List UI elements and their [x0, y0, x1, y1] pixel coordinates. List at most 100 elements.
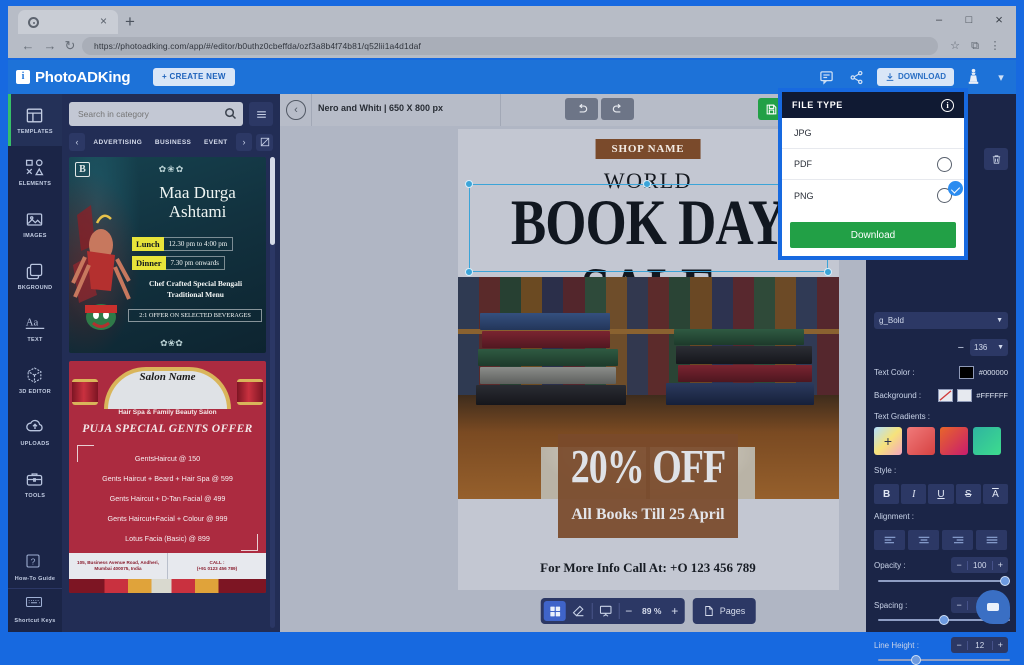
- poster-offer-block[interactable]: 20% OFF All Books Till 25 April: [558, 434, 738, 538]
- download-button[interactable]: DOWNLOAD: [877, 68, 954, 86]
- opacity-stepper[interactable]: − 100 +: [951, 557, 1008, 573]
- radio-jpg[interactable]: [948, 181, 963, 196]
- poster-shop-name[interactable]: SHOP NAME: [596, 139, 701, 159]
- selection-box[interactable]: [469, 184, 828, 272]
- eraser-icon[interactable]: [568, 601, 590, 621]
- resize-handle-top-left[interactable]: [465, 180, 473, 188]
- line-height-stepper[interactable]: − 12 +: [951, 637, 1008, 653]
- line-height-slider-knob[interactable]: [911, 655, 921, 665]
- opacity-slider-knob[interactable]: [1000, 576, 1010, 586]
- opacity-slider[interactable]: [878, 576, 1010, 586]
- strikethrough-button[interactable]: S: [956, 484, 981, 504]
- bold-button[interactable]: B: [874, 484, 899, 504]
- sidebar-item-tools[interactable]: TOOLS: [8, 458, 62, 510]
- shortcut-keys-button[interactable]: Shortcut Keys: [8, 588, 62, 630]
- new-tab-button[interactable]: +: [120, 12, 140, 32]
- chat-icon[interactable]: [976, 590, 1010, 624]
- category-expand-button[interactable]: [256, 134, 273, 151]
- info-icon[interactable]: i: [941, 99, 954, 112]
- align-right-button[interactable]: [942, 530, 973, 550]
- text-color-swatch[interactable]: [959, 366, 974, 379]
- resize-handle-top-middle[interactable]: [643, 180, 651, 188]
- share-icon[interactable]: [847, 68, 865, 86]
- background-color-swatch[interactable]: [957, 389, 972, 402]
- list-view-button[interactable]: [249, 102, 273, 126]
- sidebar-item-background[interactable]: BKGROUND: [8, 250, 62, 302]
- crown-icon[interactable]: [966, 67, 980, 87]
- zoom-out-button[interactable]: −: [622, 604, 636, 618]
- modal-download-button[interactable]: Download: [790, 222, 956, 248]
- opacity-increase[interactable]: +: [993, 560, 1008, 570]
- line-height-increase[interactable]: +: [993, 640, 1008, 650]
- font-size-decrease[interactable]: −: [958, 342, 964, 354]
- uppercase-button[interactable]: A: [983, 484, 1008, 504]
- url-bar[interactable]: https://photoadking.com/app/#/editor/b0u…: [82, 37, 938, 55]
- align-center-button[interactable]: [908, 530, 939, 550]
- collapse-panel-button[interactable]: ‹: [286, 100, 306, 120]
- browser-tab[interactable]: ×: [18, 10, 118, 34]
- resize-handle-bottom-right[interactable]: [824, 268, 832, 276]
- chevron-down-icon[interactable]: ▾: [992, 68, 1010, 86]
- sidebar-item-images[interactable]: IMAGES: [8, 198, 62, 250]
- template-list[interactable]: B ✿❀✿: [69, 157, 266, 628]
- resize-handle-bottom-left[interactable]: [465, 268, 473, 276]
- background-none-swatch[interactable]: [938, 389, 953, 402]
- back-button[interactable]: ←: [20, 38, 36, 54]
- undo-button[interactable]: [565, 98, 598, 120]
- template-card-salon[interactable]: Salon Name Hair Spa & Family Beauty Salo…: [69, 361, 266, 593]
- create-new-button[interactable]: + CREATE NEW: [153, 68, 235, 86]
- grid-icon[interactable]: [544, 601, 566, 621]
- category-business[interactable]: BUSINESS: [155, 139, 191, 146]
- file-type-option-png[interactable]: PNG: [782, 180, 964, 211]
- delete-button[interactable]: [984, 148, 1008, 170]
- pages-button[interactable]: Pages: [693, 598, 756, 624]
- sidebar-item-text[interactable]: Aa TEXT: [8, 302, 62, 354]
- template-scrollbar-thumb[interactable]: [270, 157, 275, 245]
- font-size-select[interactable]: 136 ▼: [970, 339, 1008, 356]
- sidebar-item-3d-editor[interactable]: 3D EDITOR: [8, 354, 62, 406]
- gradient-swatch-2[interactable]: [940, 427, 968, 455]
- tab-close-icon[interactable]: ×: [98, 16, 109, 27]
- sidebar-item-uploads[interactable]: UPLOADS: [8, 406, 62, 458]
- file-type-option-pdf[interactable]: PDF: [782, 149, 964, 180]
- underline-button[interactable]: U: [928, 484, 953, 504]
- comment-icon[interactable]: [817, 68, 835, 86]
- spacing-decrease[interactable]: −: [951, 600, 966, 610]
- category-event[interactable]: EVENT: [204, 139, 228, 146]
- search-input[interactable]: [69, 102, 243, 126]
- present-icon[interactable]: [595, 601, 617, 621]
- window-minimize-button[interactable]: –: [932, 13, 946, 27]
- spacing-slider-knob[interactable]: [939, 615, 949, 625]
- italic-button[interactable]: I: [901, 484, 926, 504]
- align-left-button[interactable]: [874, 530, 905, 550]
- search-icon[interactable]: [223, 106, 239, 122]
- line-height-decrease[interactable]: −: [951, 640, 966, 650]
- redo-button[interactable]: [601, 98, 634, 120]
- gradient-swatch-1[interactable]: [907, 427, 935, 455]
- line-height-slider[interactable]: [878, 655, 1010, 665]
- app-logo[interactable]: i PhotoADKing: [16, 66, 130, 88]
- bookmark-star-icon[interactable]: ☆: [948, 39, 962, 53]
- template-card-durga[interactable]: B ✿❀✿: [69, 157, 266, 353]
- how-to-guide-button[interactable]: ? How-To Guide: [8, 546, 62, 588]
- forward-button[interactable]: →: [42, 38, 58, 54]
- file-type-option-jpg[interactable]: JPG: [782, 118, 964, 149]
- poster-contact[interactable]: For More Info Call At: +O 123 456 789: [458, 560, 839, 576]
- align-justify-button[interactable]: [976, 530, 1007, 550]
- category-advertising[interactable]: ADVERTISING: [93, 139, 142, 146]
- opacity-decrease[interactable]: −: [951, 560, 966, 570]
- window-close-button[interactable]: ×: [992, 13, 1006, 27]
- extensions-icon[interactable]: ⧉: [968, 39, 982, 53]
- zoom-in-button[interactable]: +: [668, 604, 682, 618]
- browser-menu-icon[interactable]: ⋮: [988, 39, 1002, 53]
- category-next-button[interactable]: ›: [236, 133, 252, 151]
- gradient-swatch-3[interactable]: [973, 427, 1001, 455]
- window-maximize-button[interactable]: □: [962, 13, 976, 27]
- font-family-select[interactable]: g_Bold ▼: [874, 312, 1008, 329]
- add-gradient-button[interactable]: +: [874, 427, 902, 455]
- category-prev-button[interactable]: ‹: [69, 133, 85, 151]
- sidebar-item-elements[interactable]: ELEMENTS: [8, 146, 62, 198]
- radio-pdf[interactable]: [937, 157, 952, 172]
- reload-button[interactable]: ↻: [62, 38, 78, 54]
- sidebar-item-templates[interactable]: TEMPLATES: [8, 94, 62, 146]
